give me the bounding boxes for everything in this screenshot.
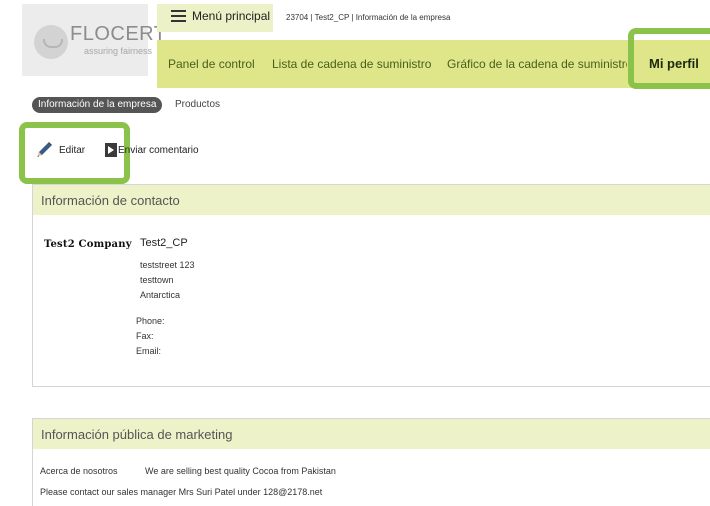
main-menu-label[interactable]: Menú principal	[192, 9, 270, 23]
nav-item-panel-de-control[interactable]: Panel de control	[168, 57, 255, 71]
nav-item-supply-chain-chart[interactable]: Gráfico de la cadena de suministro	[447, 57, 627, 71]
contact-panel-title: Información de contacto	[41, 193, 180, 208]
send-comment-icon[interactable]	[105, 143, 117, 157]
about-us-value: We are selling best quality Cocoa from P…	[145, 466, 336, 476]
email-label: Email:	[136, 346, 162, 356]
sales-contact-line: Please contact our sales manager Mrs Sur…	[40, 487, 323, 497]
phone-label: Phone:	[136, 316, 165, 326]
contact-panel: Información de contacto	[32, 184, 710, 387]
tab-products[interactable]: Productos	[175, 99, 220, 110]
contact-panel-header: Información de contacto	[33, 185, 710, 215]
brand-name: FLOCERT	[70, 23, 167, 45]
about-us-label: Acerca de nosotros	[40, 466, 118, 476]
marketing-panel-header: Información pública de marketing	[33, 419, 710, 449]
company-name: Test2_CP	[140, 237, 188, 249]
address-country: Antarctica	[140, 290, 181, 300]
nav-item-supply-chain-list[interactable]: Lista de cadena de suministro	[272, 57, 431, 71]
hamburger-icon[interactable]	[171, 10, 186, 22]
company-logo: Test2 Company	[44, 239, 132, 250]
highlight-mi-perfil	[628, 28, 710, 89]
breadcrumb: 23704 | Test2_CP | Información de la emp…	[286, 13, 451, 22]
edit-button[interactable]: Editar	[59, 145, 85, 156]
address-street: teststreet 123	[140, 260, 195, 270]
fairtrade-mark-icon	[34, 25, 68, 59]
marketing-panel-title: Información pública de marketing	[41, 427, 233, 442]
address-city: testtown	[140, 275, 174, 285]
tab-company-info[interactable]: Información de la empresa	[32, 97, 163, 113]
fax-label: Fax:	[136, 331, 154, 341]
pencil-icon[interactable]	[35, 141, 53, 159]
brand-tagline: assuring fairness	[84, 46, 153, 56]
send-comment-button[interactable]: Enviar comentario	[118, 145, 199, 156]
